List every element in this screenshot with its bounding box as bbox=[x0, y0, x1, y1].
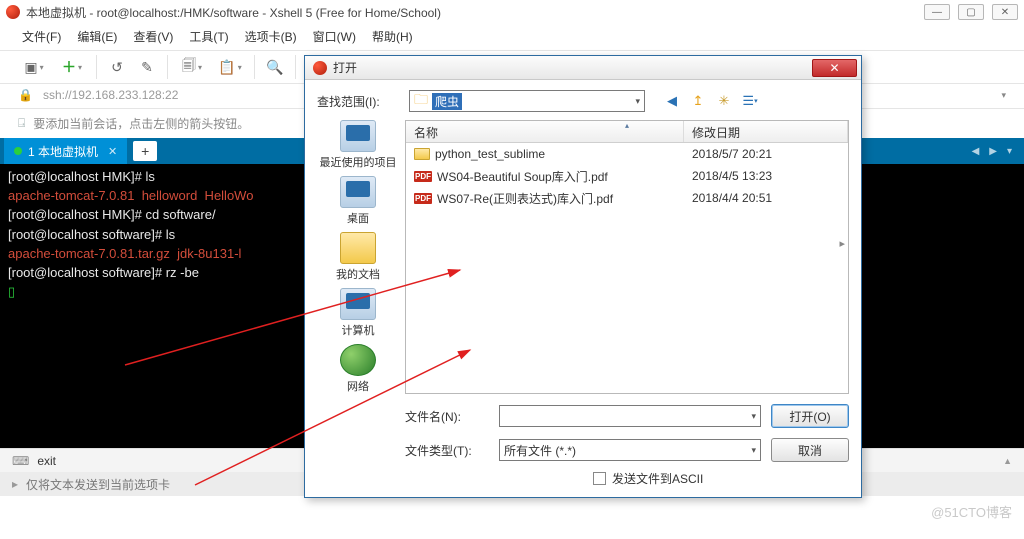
tab-close-icon[interactable]: ✕ bbox=[108, 145, 117, 158]
reconnect-button[interactable]: ↺ bbox=[105, 56, 129, 78]
column-header-date[interactable]: 修改日期 bbox=[684, 121, 848, 142]
address-dropdown-icon[interactable]: ▾ bbox=[1001, 90, 1006, 101]
cancel-button[interactable]: 取消 bbox=[771, 438, 849, 462]
places-bar: 最近使用的项目 桌面 我的文档 计算机 网络 bbox=[317, 120, 399, 394]
app-icon bbox=[6, 5, 20, 19]
ascii-checkbox[interactable] bbox=[593, 472, 606, 485]
file-name: WS04-Beautiful Soup库入门.pdf bbox=[437, 168, 608, 185]
nav-views-button[interactable]: ☰▾ bbox=[741, 92, 759, 110]
window-title: 本地虚拟机 - root@localhost:/HMK/software - X… bbox=[26, 4, 924, 21]
chevron-up-icon[interactable]: ▲ bbox=[1003, 456, 1012, 466]
lookin-combo[interactable]: 🗀 爬虫 ▾ bbox=[409, 90, 645, 112]
place-documents[interactable]: 我的文档 bbox=[336, 232, 380, 282]
place-recent[interactable]: 最近使用的项目 bbox=[320, 120, 397, 170]
chevron-down-icon: ▾ bbox=[751, 445, 756, 456]
add-button[interactable]: ＋▾ bbox=[56, 56, 88, 78]
sort-indicator-icon: ▴ bbox=[625, 121, 629, 130]
chevron-down-icon: ▾ bbox=[751, 411, 756, 422]
find-button[interactable]: 🔍 bbox=[263, 56, 287, 78]
ascii-label: 发送文件到ASCII bbox=[612, 470, 703, 487]
menu-tabs[interactable]: 选项卡(B) bbox=[245, 28, 297, 45]
pdf-icon: PDF bbox=[414, 193, 432, 204]
lookin-value: 爬虫 bbox=[432, 93, 462, 110]
dialog-titlebar: 打开 ✕ bbox=[305, 56, 861, 80]
filetype-combo[interactable]: 所有文件 (*.*) ▾ bbox=[499, 439, 761, 461]
filetype-label: 文件类型(T): bbox=[405, 442, 489, 459]
file-list: ▴ 名称 修改日期 python_test_sublime 2018/5/7 20… bbox=[405, 120, 849, 394]
tab-nav-menu[interactable]: ▾ bbox=[1007, 146, 1012, 157]
menu-view[interactable]: 查看(V) bbox=[133, 28, 173, 45]
edit-button[interactable]: ✎ bbox=[135, 56, 159, 78]
folder-icon: 🗀 bbox=[414, 89, 428, 113]
session-tab-active[interactable]: 1 本地虚拟机 ✕ bbox=[4, 138, 127, 164]
menu-tools[interactable]: 工具(T) bbox=[189, 28, 228, 45]
exit-label[interactable]: exit bbox=[37, 454, 56, 468]
place-computer[interactable]: 计算机 bbox=[340, 288, 376, 338]
new-session-button[interactable]: ▣▾ bbox=[18, 56, 50, 78]
status-icon: ▸ bbox=[12, 477, 18, 491]
nav-up-button[interactable]: ↥ bbox=[689, 92, 707, 110]
menu-help[interactable]: 帮助(H) bbox=[372, 28, 413, 45]
file-row[interactable]: PDF WS07-Re(正则表达式)库入门.pdf 2018/4/4 20:51 bbox=[406, 187, 848, 209]
hint-arrow-icon[interactable]: ⍈ bbox=[18, 116, 25, 131]
nav-back-button[interactable]: ◀ bbox=[663, 92, 681, 110]
session-tab-label: 1 本地虚拟机 bbox=[28, 143, 98, 160]
file-date: 2018/5/7 20:21 bbox=[684, 147, 848, 161]
place-network[interactable]: 网络 bbox=[340, 344, 376, 394]
dialog-app-icon bbox=[313, 61, 327, 75]
pdf-icon: PDF bbox=[414, 171, 432, 182]
menu-window[interactable]: 窗口(W) bbox=[313, 28, 356, 45]
open-button[interactable]: 打开(O) bbox=[771, 404, 849, 428]
paste-button[interactable]: 📋▾ bbox=[214, 56, 246, 78]
watermark-text: @51CTO博客 bbox=[931, 502, 1012, 521]
scroll-hint-icon[interactable]: ▸ bbox=[839, 237, 845, 250]
file-date: 2018/4/4 20:51 bbox=[684, 191, 848, 205]
column-header-name[interactable]: 名称 bbox=[406, 121, 684, 142]
add-tab-button[interactable]: + bbox=[133, 141, 157, 161]
file-name: python_test_sublime bbox=[435, 147, 545, 161]
menu-bar: 文件(F) 编辑(E) 查看(V) 工具(T) 选项卡(B) 窗口(W) 帮助(… bbox=[0, 24, 1024, 50]
status-text: 仅将文本发送到当前选项卡 bbox=[26, 476, 170, 493]
menu-file[interactable]: 文件(F) bbox=[22, 28, 61, 45]
tab-nav-prev[interactable]: ◀ bbox=[972, 146, 980, 157]
file-date: 2018/4/5 13:23 bbox=[684, 169, 848, 183]
chevron-down-icon: ▾ bbox=[635, 96, 640, 107]
minimize-button[interactable]: — bbox=[924, 4, 950, 20]
hint-text: 要添加当前会话，点击左侧的箭头按钮。 bbox=[33, 115, 249, 132]
keyboard-icon: ⌨ bbox=[12, 454, 29, 468]
place-desktop[interactable]: 桌面 bbox=[340, 176, 376, 226]
dialog-close-button[interactable]: ✕ bbox=[812, 59, 857, 77]
nav-newfolder-button[interactable]: ✳ bbox=[715, 92, 733, 110]
maximize-button[interactable]: ▢ bbox=[958, 4, 984, 20]
lookin-label: 查找范围(I): bbox=[317, 93, 401, 110]
close-button[interactable]: ✕ bbox=[992, 4, 1018, 20]
filename-label: 文件名(N): bbox=[405, 408, 489, 425]
tab-nav-next[interactable]: ▶ bbox=[989, 146, 997, 157]
window-titlebar: 本地虚拟机 - root@localhost:/HMK/software - X… bbox=[0, 0, 1024, 24]
lock-icon: 🔒 bbox=[18, 88, 33, 102]
file-row[interactable]: python_test_sublime 2018/5/7 20:21 bbox=[406, 143, 848, 165]
open-file-dialog: 打开 ✕ 查找范围(I): 🗀 爬虫 ▾ ◀ ↥ ✳ ☰▾ 最近使用的项目 桌面… bbox=[304, 55, 862, 498]
file-name: WS07-Re(正则表达式)库入门.pdf bbox=[437, 190, 613, 207]
filename-input[interactable]: ▾ bbox=[499, 405, 761, 427]
folder-icon bbox=[414, 148, 430, 160]
file-row[interactable]: PDF WS04-Beautiful Soup库入门.pdf 2018/4/5 13… bbox=[406, 165, 848, 187]
dialog-title: 打开 bbox=[333, 59, 812, 76]
copy-button[interactable]: 🗐▾ bbox=[176, 56, 208, 78]
menu-edit[interactable]: 编辑(E) bbox=[77, 28, 117, 45]
status-dot-icon bbox=[14, 147, 22, 155]
